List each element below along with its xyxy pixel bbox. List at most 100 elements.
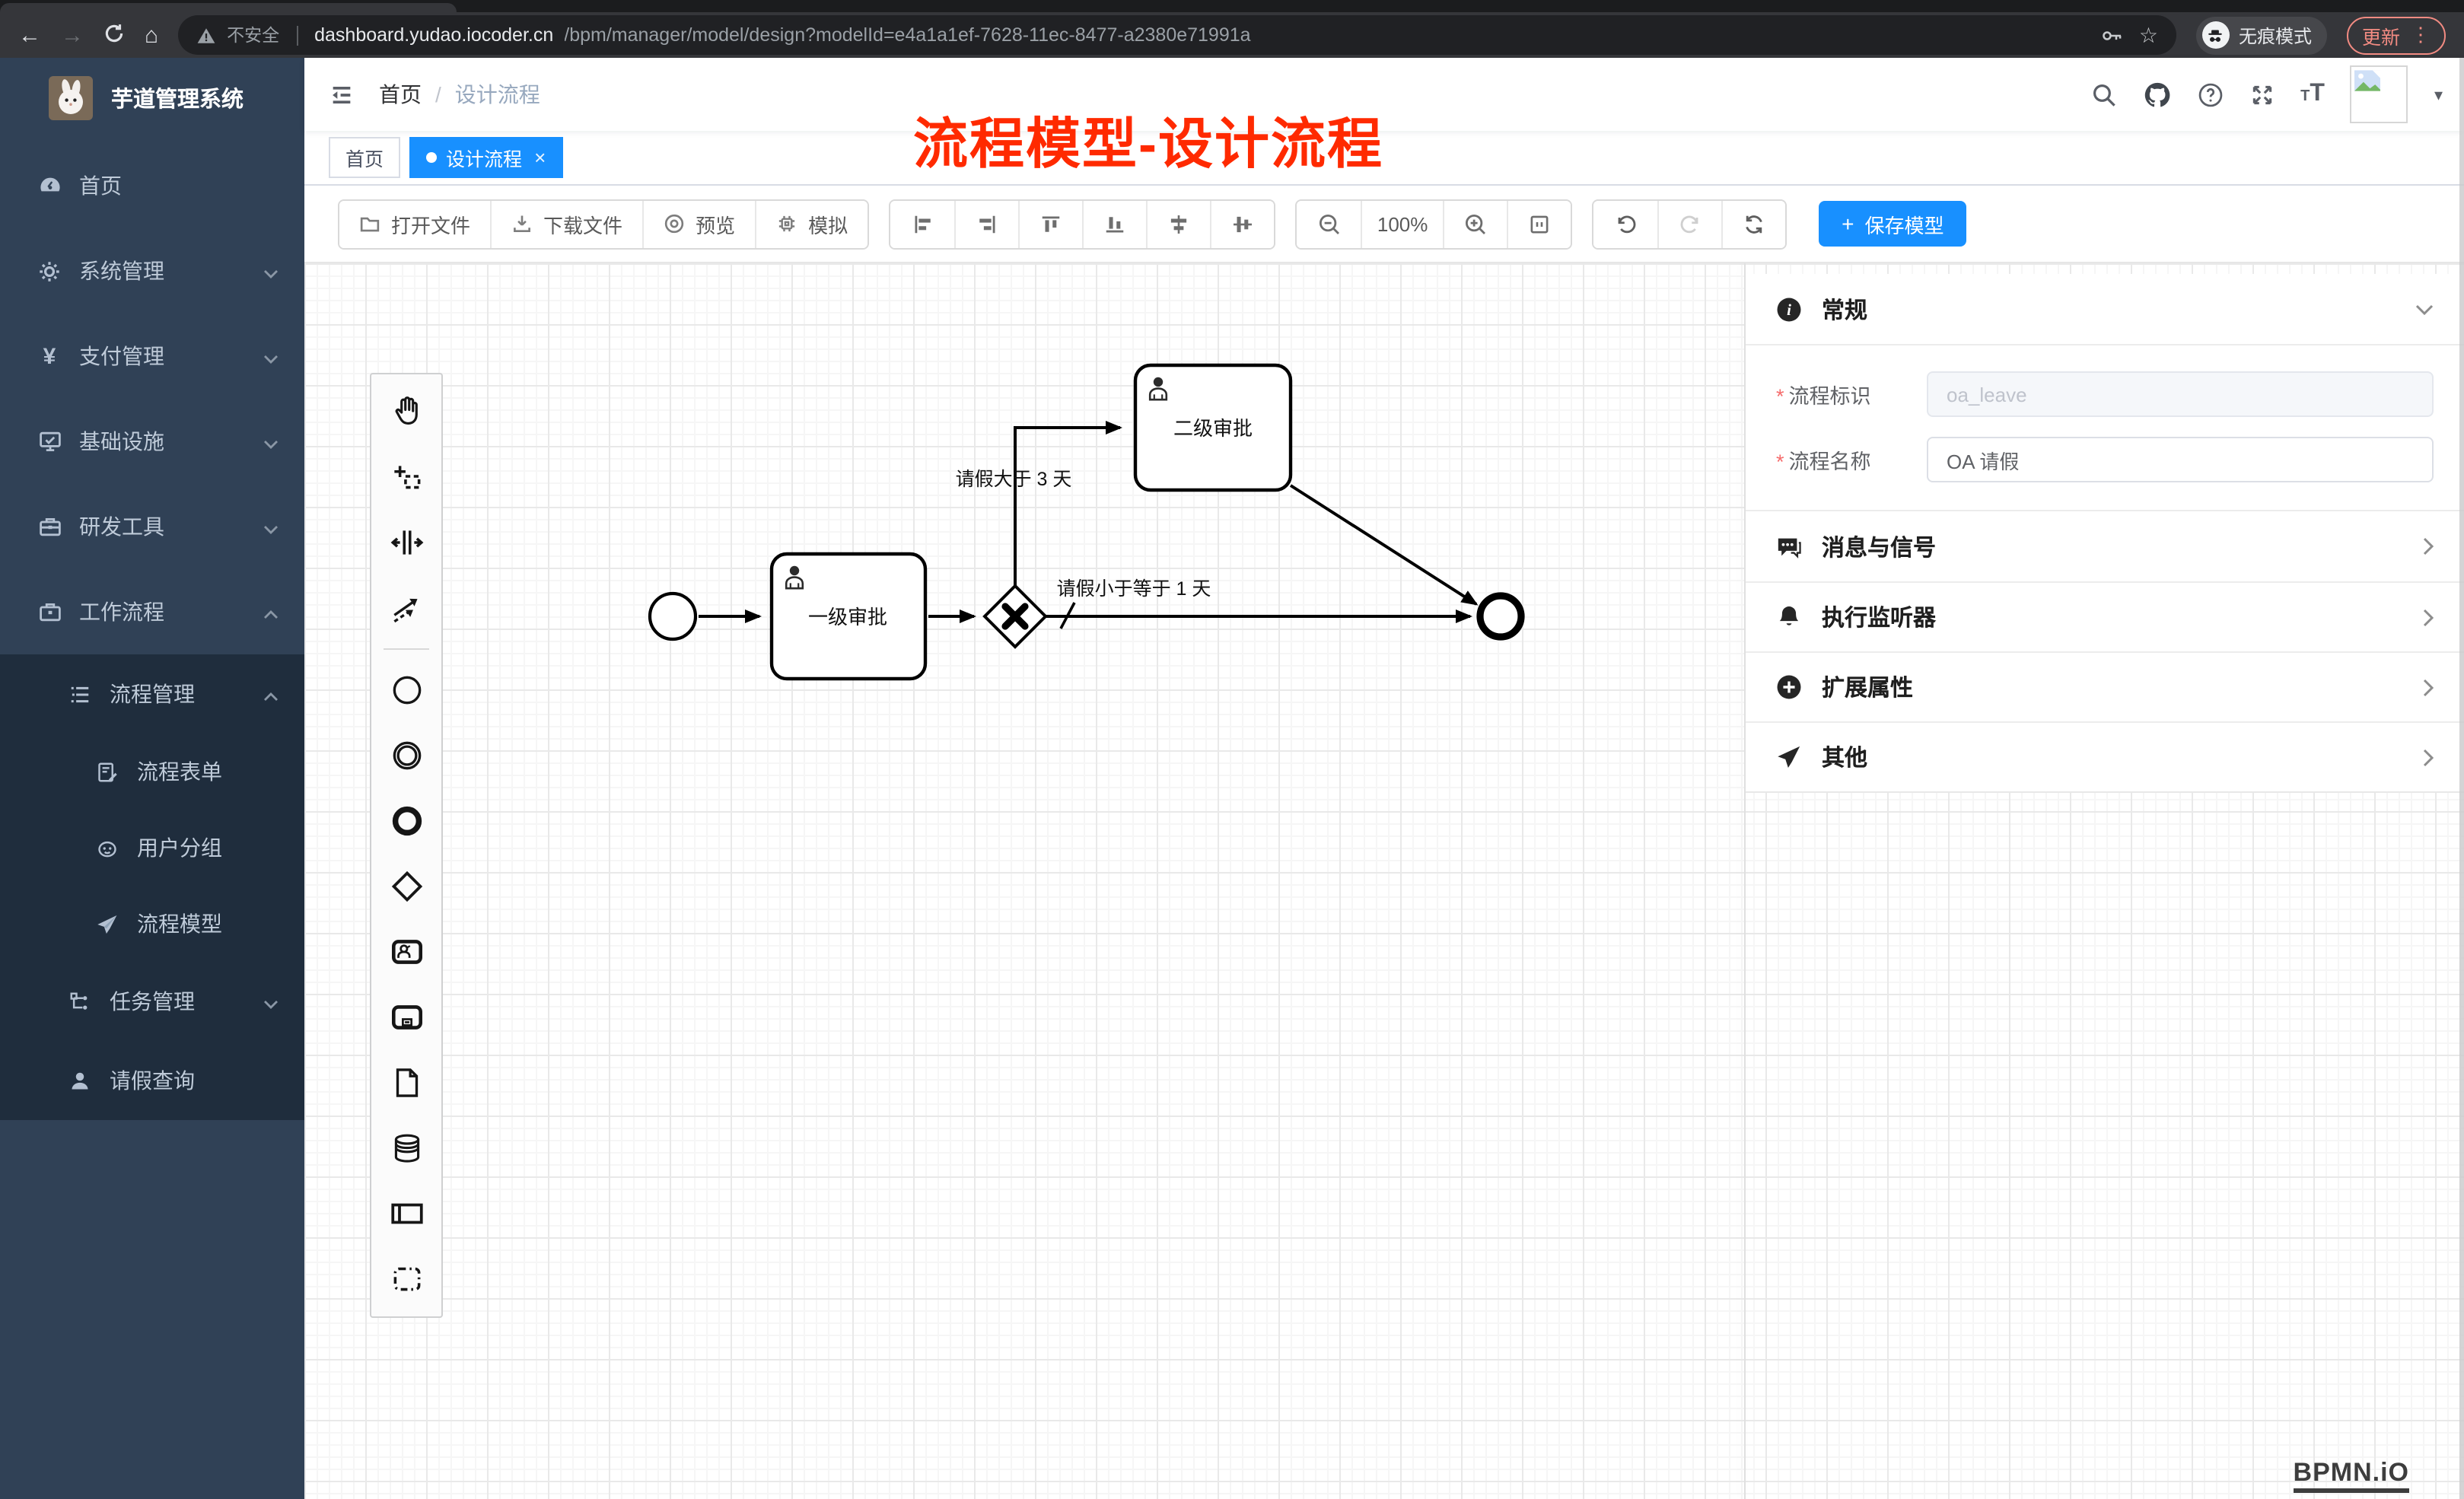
start-event[interactable] — [650, 594, 696, 639]
create-intermediate-event[interactable] — [371, 723, 441, 788]
bookmark-star-icon[interactable]: ☆ — [2139, 22, 2158, 48]
simulate-button[interactable]: 模拟 — [755, 200, 867, 247]
sidebar-item-process-model[interactable]: 流程模型 — [0, 886, 304, 962]
process-name-input[interactable] — [1927, 437, 2434, 482]
align-left-button[interactable] — [890, 200, 954, 247]
create-user-task[interactable] — [371, 919, 441, 985]
workflow-submenu: 流程管理 流程表单 用户分组 — [0, 654, 304, 1120]
sidebar-item-system[interactable]: 系统管理 — [0, 228, 304, 313]
align-top-icon — [1039, 212, 1062, 235]
breadcrumb-home[interactable]: 首页 — [379, 79, 422, 110]
redo-icon — [1679, 212, 1702, 235]
sidebar-item-leave-query[interactable]: 请假查询 — [0, 1041, 304, 1120]
sidebar-item-infra[interactable]: 基础设施 — [0, 399, 304, 484]
global-connect-tool[interactable] — [371, 575, 441, 641]
align-bottom-button[interactable] — [1082, 200, 1146, 247]
process-name-row: *流程名称 — [1776, 437, 2434, 482]
sidebar-item-payment[interactable]: ¥ 支付管理 — [0, 313, 304, 399]
properties-panel: i 常规 *流程标识 *流程名称 — [1746, 274, 2464, 793]
bpmn-canvas[interactable]: 一级审批 二级审批 请假大于 3 天 请假小于等于 1 天 — [304, 263, 2464, 1499]
divider — [296, 25, 298, 45]
sidebar-item-task-mgmt[interactable]: 任务管理 — [0, 962, 304, 1041]
edge-label-greater-3-days[interactable]: 请假大于 3 天 — [956, 469, 1072, 490]
close-icon[interactable]: × — [534, 146, 546, 169]
sidebar-item-user-group[interactable]: 用户分组 — [0, 810, 304, 886]
align-horizontal-center-button[interactable] — [1210, 200, 1274, 247]
create-data-store[interactable] — [371, 1115, 441, 1181]
fullscreen-icon[interactable] — [2249, 81, 2275, 107]
create-start-event[interactable] — [371, 657, 441, 723]
bpmn-io-logo[interactable]: BPMN.iO — [2294, 1459, 2409, 1493]
search-icon[interactable] — [2090, 81, 2116, 107]
zoom-in-button[interactable] — [1443, 200, 1507, 247]
github-icon[interactable] — [2142, 80, 2171, 109]
preview-button[interactable]: 预览 — [642, 200, 755, 247]
create-data-object[interactable] — [371, 1050, 441, 1115]
font-size-icon[interactable]: TT — [2300, 81, 2325, 108]
section-other[interactable]: 其他 — [1746, 721, 2464, 791]
help-icon[interactable] — [2197, 81, 2223, 107]
section-title: 其他 — [1822, 741, 1867, 773]
sidebar-item-devtools[interactable]: 研发工具 — [0, 484, 304, 569]
message-icon — [1776, 533, 1802, 559]
chrome-update-button[interactable]: 更新 ⋮ — [2347, 16, 2446, 54]
lasso-tool[interactable] — [371, 444, 441, 510]
breadcrumb: 首页 / 设计流程 — [379, 79, 540, 110]
create-gateway[interactable] — [371, 854, 441, 919]
plus-circle-icon — [1776, 674, 1802, 700]
download-icon — [511, 213, 533, 234]
section-general[interactable]: i 常规 — [1746, 274, 2464, 344]
user-avatar[interactable] — [2351, 65, 2408, 123]
restart-button[interactable] — [1721, 200, 1785, 247]
flow-task2-to-end[interactable] — [1291, 485, 1476, 604]
chip-icon — [776, 213, 797, 234]
forward-button[interactable]: → — [61, 24, 84, 46]
sidebar-item-process-mgmt[interactable]: 流程管理 — [0, 654, 304, 734]
reload-button[interactable] — [103, 22, 125, 48]
refresh-icon — [1743, 212, 1765, 235]
create-end-event[interactable] — [371, 788, 441, 854]
sidebar-item-process-form[interactable]: 流程表单 — [0, 734, 304, 810]
end-event[interactable] — [1480, 596, 1521, 637]
avatar-caret-icon[interactable]: ▾ — [2434, 84, 2443, 104]
undo-button[interactable] — [1593, 200, 1657, 247]
plus-icon: + — [1842, 212, 1854, 236]
flow-gateway-to-task2[interactable] — [1015, 428, 1120, 586]
back-button[interactable]: ← — [18, 24, 41, 46]
create-participant[interactable] — [371, 1181, 441, 1246]
open-file-button[interactable]: 打开文件 — [339, 200, 490, 247]
save-model-button[interactable]: + 保存模型 — [1819, 201, 1966, 247]
create-group[interactable] — [371, 1246, 441, 1312]
password-key-icon[interactable] — [2101, 24, 2124, 46]
sidebar-item-workflow[interactable]: 工作流程 — [0, 569, 304, 654]
process-key-input[interactable] — [1927, 371, 2434, 417]
url-path[interactable]: /bpm/manager/model/design?modelId=e4a1a1… — [564, 24, 1250, 46]
menu-fold-icon[interactable] — [329, 81, 355, 107]
section-extended-attributes[interactable]: 扩展属性 — [1746, 651, 2464, 721]
download-file-button[interactable]: 下载文件 — [490, 200, 642, 247]
align-vertical-center-button[interactable] — [1146, 200, 1210, 247]
task-first-approval-label: 一级审批 — [808, 606, 887, 629]
security-label[interactable]: 不安全 — [227, 23, 279, 47]
address-bar[interactable]: 不安全 dashboard.yudao.iocoder.cn /bpm/mana… — [178, 15, 2176, 55]
redo-button[interactable] — [1657, 200, 1721, 247]
url-host[interactable]: dashboard.yudao.iocoder.cn — [314, 24, 553, 46]
browser-tab[interactable] — [0, 3, 457, 12]
create-subprocess[interactable] — [371, 985, 441, 1050]
zoom-out-button[interactable] — [1297, 200, 1361, 247]
tag-design-process[interactable]: 设计流程 × — [409, 137, 562, 178]
section-execution-listener[interactable]: 执行监听器 — [1746, 581, 2464, 651]
zoom-reset-button[interactable] — [1507, 200, 1571, 247]
section-message-signal[interactable]: 消息与信号 — [1746, 511, 2464, 581]
svg-text:i: i — [1787, 301, 1791, 318]
hand-tool[interactable] — [371, 379, 441, 444]
space-tool[interactable] — [371, 510, 441, 575]
align-right-button[interactable] — [954, 200, 1018, 247]
tag-home[interactable]: 首页 — [329, 137, 400, 178]
sidebar-item-home[interactable]: 首页 — [0, 143, 304, 228]
edge-label-less-equal-1-day[interactable]: 请假小于等于 1 天 — [1057, 578, 1211, 600]
app-logo-row[interactable]: 芋道管理系统 — [0, 58, 304, 137]
align-top-button[interactable] — [1018, 200, 1082, 247]
home-button[interactable]: ⌂ — [145, 24, 158, 46]
browser-menu-icon[interactable]: ⋮ — [2411, 23, 2431, 47]
